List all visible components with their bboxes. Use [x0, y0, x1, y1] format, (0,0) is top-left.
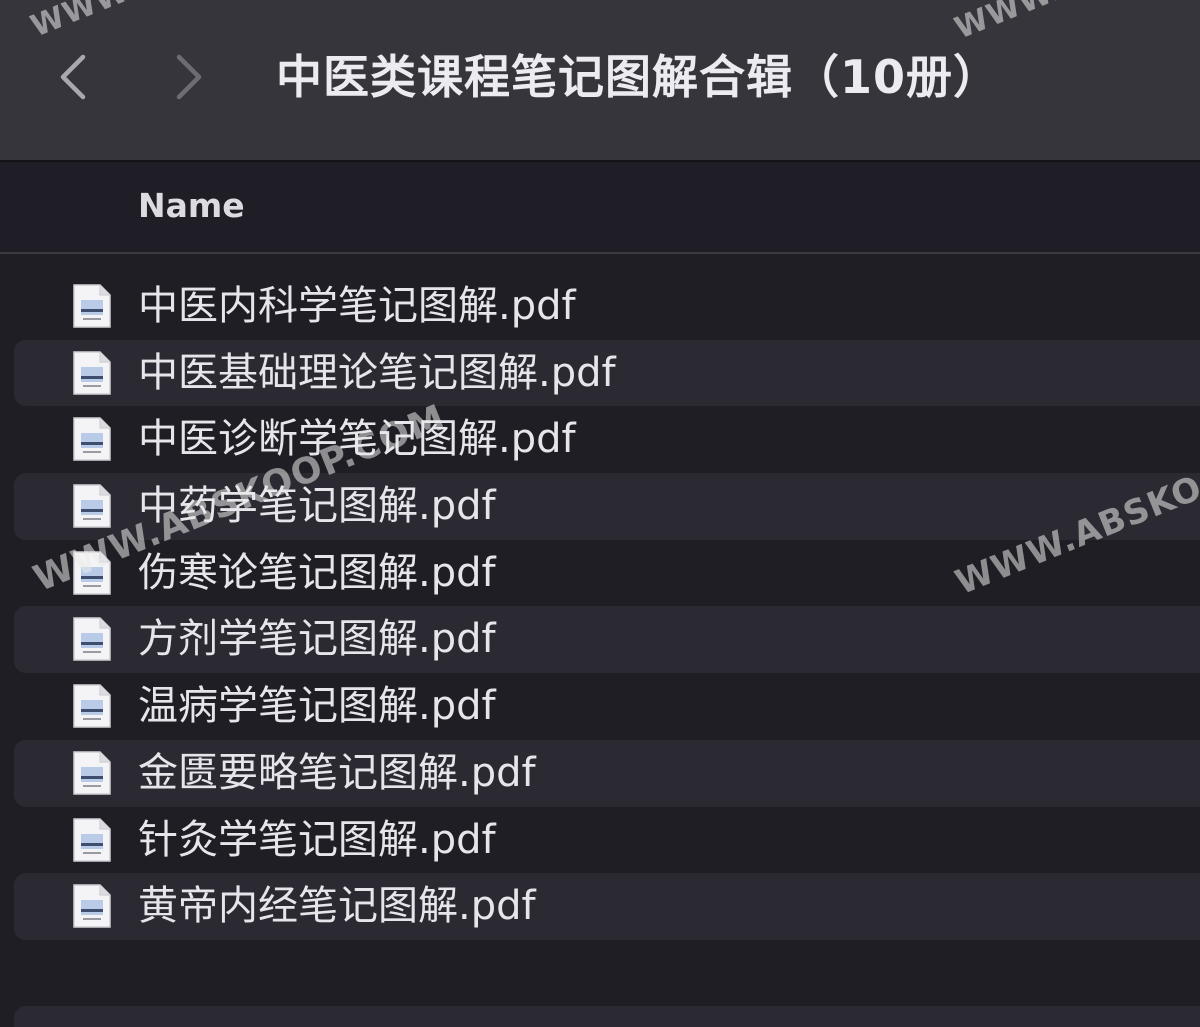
toolbar: 中医类课程笔记图解合辑（10册） — [0, 0, 1200, 162]
pdf-file-icon — [73, 551, 111, 595]
back-button[interactable] — [42, 44, 102, 110]
file-row[interactable]: 方剂学笔记图解.pdf — [14, 606, 1200, 674]
chevron-right-icon — [176, 54, 202, 100]
file-name: 中医内科学笔记图解.pdf — [138, 283, 576, 329]
file-name: 温病学笔记图解.pdf — [138, 683, 496, 730]
file-row[interactable]: 中药学笔记图解.pdf — [14, 473, 1200, 540]
file-row[interactable]: 中医内科学笔记图解.pdf — [14, 273, 1200, 340]
name-column-header[interactable]: Name — [138, 186, 245, 225]
pdf-file-icon — [73, 617, 111, 662]
file-row[interactable]: 金匮要略笔记图解.pdf — [14, 739, 1200, 807]
file-row[interactable]: 温病学笔记图解.pdf — [14, 673, 1200, 740]
file-name: 方剂学笔记图解.pdf — [138, 616, 496, 663]
forward-button[interactable] — [160, 44, 220, 110]
file-name: 针灸学笔记图解.pdf — [138, 816, 496, 863]
file-name: 中医基础理论笔记图解.pdf — [138, 349, 616, 396]
pdf-file-icon — [73, 817, 111, 862]
file-name: 黄帝内经笔记图解.pdf — [138, 883, 536, 930]
file-row[interactable]: 中医诊断学笔记图解.pdf — [14, 406, 1200, 473]
file-name: 中医诊断学笔记图解.pdf — [138, 416, 576, 463]
file-name: 金匮要略笔记图解.pdf — [138, 749, 536, 796]
empty-row — [14, 1006, 1200, 1027]
file-row[interactable]: 黄帝内经笔记图解.pdf — [14, 873, 1200, 940]
pdf-file-icon — [73, 417, 111, 462]
pdf-file-icon — [73, 284, 111, 328]
window-title: 中医类课程笔记图解合辑（10册） — [276, 50, 1001, 104]
file-name: 伤寒论笔记图解.pdf — [138, 549, 496, 596]
pdf-file-icon — [73, 751, 111, 795]
finder-window: 中医类课程笔记图解合辑（10册） Name 中医内科学笔记图解.pdf 中医基础… — [0, 0, 1200, 1027]
file-name: 中药学笔记图解.pdf — [138, 483, 496, 530]
pdf-file-icon — [73, 684, 111, 728]
file-row[interactable]: 伤寒论笔记图解.pdf — [14, 540, 1200, 607]
file-list: 中医内科学笔记图解.pdf 中医基础理论笔记图解.pdf 中医诊断学笔记图解.p… — [0, 273, 1200, 940]
column-header-row: Name — [0, 162, 1200, 254]
pdf-file-icon — [73, 484, 111, 528]
file-row[interactable]: 针灸学笔记图解.pdf — [14, 807, 1200, 874]
pdf-file-icon — [73, 350, 111, 395]
file-row[interactable]: 中医基础理论笔记图解.pdf — [14, 339, 1200, 407]
pdf-file-icon — [73, 884, 111, 928]
chevron-left-icon — [60, 54, 86, 100]
